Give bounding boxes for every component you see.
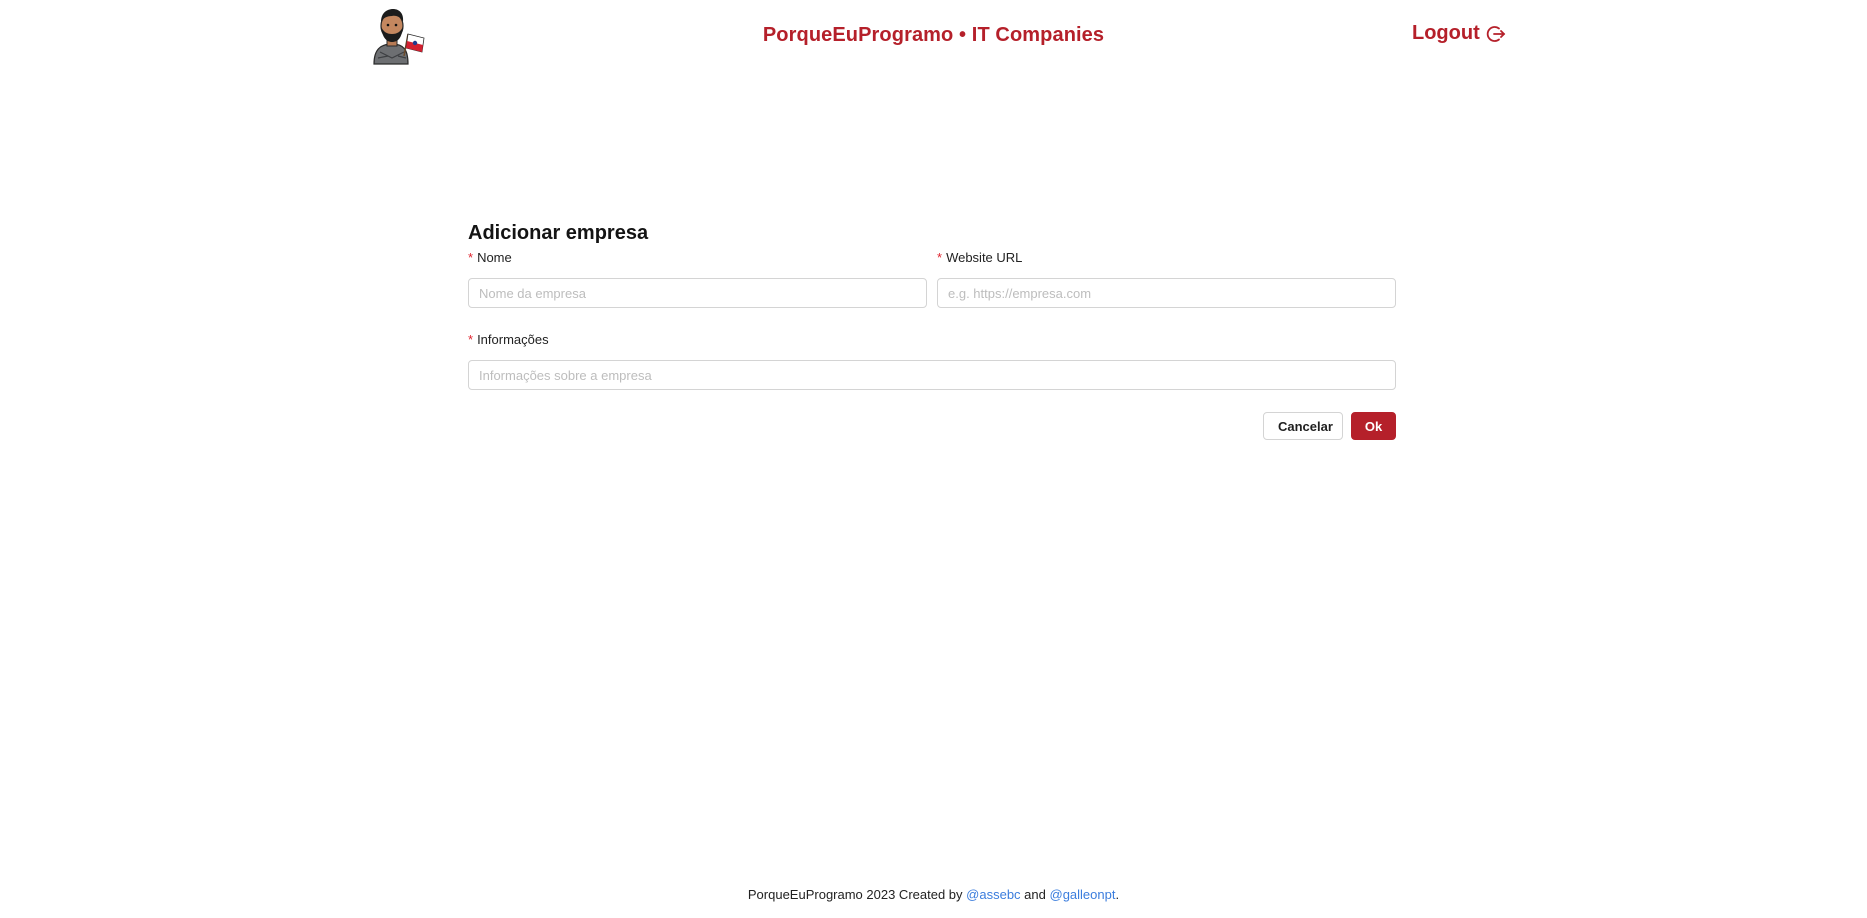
logout-icon[interactable] [1486,24,1506,44]
header: PorqueEuProgramo • IT Companies Logout [0,0,1867,70]
name-input[interactable] [468,278,927,308]
website-label-text: Website URL [946,250,1023,265]
form-row-1: *Nome *Website URL [468,248,1396,308]
author-link-galleonpt[interactable]: @galleonpt [1050,887,1116,902]
form-row-2: * Informações [468,330,1396,390]
website-url-input[interactable] [937,278,1396,308]
required-marker: * [468,332,474,347]
ok-button[interactable]: Ok [1351,412,1396,440]
required-marker: * [468,250,474,265]
info-input[interactable] [468,360,1396,390]
info-field-group: * Informações [468,330,1396,390]
footer-connector: and [1024,887,1046,902]
footer-suffix: . [1115,887,1120,902]
cancel-button[interactable]: Cancelar [1263,412,1343,440]
info-label: * Informações [468,330,1396,352]
name-field-group: * Nome [468,248,927,308]
website-label: * Website URL [937,248,1396,270]
form-title: Adicionar empresa [468,222,649,244]
add-company-form: Adicionar empresa *Nome *Website URL *In… [468,218,1396,440]
website-field-group: * Website URL [937,248,1396,308]
name-label-text: Nome [477,250,512,265]
logout-button[interactable]: Logout [1412,22,1506,45]
logout-label: Logout [1412,22,1480,44]
name-label: * Nome [468,248,927,270]
required-marker: * [937,250,943,265]
footer-text: PorqueEuProgramo 2023 Created by [747,887,963,902]
footer: PorqueEuProgramo 2023 Created by @assebc… [0,887,1867,902]
info-label-text: Informações [477,332,549,347]
author-link-assebc[interactable]: @assebc [966,887,1020,902]
app-title: PorqueEuProgramo • IT Companies [762,24,1105,46]
form-actions: Cancelar Ok [468,412,1396,440]
